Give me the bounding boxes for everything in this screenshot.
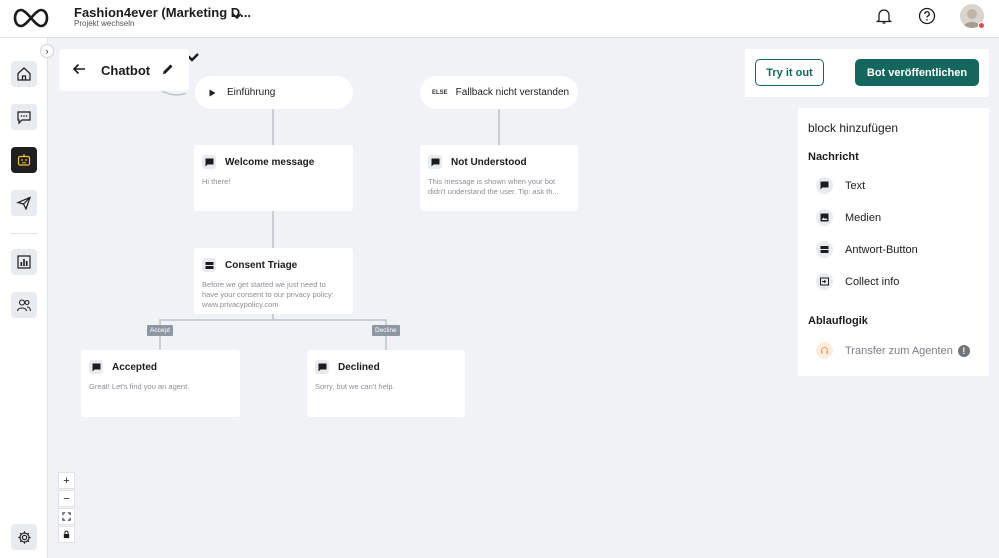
- message-icon: [816, 177, 833, 194]
- message-icon: [202, 155, 216, 169]
- node-declined[interactable]: Declined Sorry, but we can't help.: [307, 350, 465, 417]
- publish-bot-button[interactable]: Bot veröffentlichen: [855, 59, 979, 86]
- play-icon: [209, 89, 216, 96]
- block-item-transfer-agent[interactable]: Transfer zum Agenten !: [816, 342, 970, 359]
- block-item-label: Text: [845, 179, 866, 192]
- button-block-icon: [202, 258, 216, 272]
- block-item-media[interactable]: Medien: [816, 209, 881, 226]
- try-it-out-button[interactable]: Try it out: [755, 59, 824, 86]
- headset-icon: [816, 342, 833, 359]
- node-not-understood[interactable]: Not Understood This message is shown whe…: [420, 145, 578, 211]
- edge-label-decline: Decline: [372, 325, 400, 336]
- zoom-out-button[interactable]: −: [58, 490, 75, 507]
- message-icon: [315, 360, 329, 374]
- block-item-reply-button[interactable]: Antwort-Button: [816, 241, 918, 258]
- node-body: Hi there!: [202, 177, 231, 186]
- lock-icon: [63, 530, 70, 539]
- node-accepted[interactable]: Accepted Great! Let's find you an agent.: [81, 350, 240, 417]
- warning-icon[interactable]: !: [957, 344, 970, 357]
- node-title: Welcome message: [225, 156, 315, 168]
- node-body: Sorry, but we can't help.: [315, 382, 395, 391]
- zoom-in-button[interactable]: +: [58, 472, 75, 489]
- page-title: Chatbot: [101, 63, 151, 78]
- message-icon: [89, 360, 103, 374]
- node-body: This message is shown when your bot didn…: [428, 177, 559, 196]
- trigger-label: Einführung: [227, 87, 276, 98]
- node-title: Accepted: [112, 361, 158, 373]
- block-item-label: Medien: [845, 211, 882, 224]
- block-item-text[interactable]: Text: [816, 177, 865, 194]
- button-block-icon: [816, 241, 833, 258]
- node-welcome-message[interactable]: Welcome message Hi there!: [194, 145, 353, 211]
- block-item-label: Transfer zum Agenten: [845, 344, 953, 357]
- fit-view-button[interactable]: [58, 508, 75, 525]
- trigger-pill-fallback[interactable]: ELSE Fallback nicht verstanden: [420, 76, 578, 109]
- fullscreen-icon: [62, 512, 71, 521]
- node-body: Before we get started we just need to ha…: [202, 280, 334, 309]
- block-item-collect-info[interactable]: Collect info: [816, 273, 899, 290]
- edit-pencil-icon[interactable]: [161, 62, 175, 76]
- trigger-pill-introduction[interactable]: Einführung: [195, 76, 353, 109]
- node-title: Consent Triage: [225, 259, 298, 271]
- input-icon: [816, 273, 833, 290]
- lock-button[interactable]: [58, 526, 75, 543]
- section-heading-flow-logic: Ablauflogik: [808, 315, 868, 327]
- image-icon: [816, 209, 833, 226]
- block-item-label: Antwort-Button: [845, 243, 918, 256]
- node-title: Not Understood: [451, 156, 527, 168]
- trigger-label: Fallback nicht verstanden: [455, 87, 570, 98]
- message-icon: [428, 155, 442, 169]
- chatbot-header-card: Chatbot: [59, 49, 189, 91]
- else-tag: ELSE: [432, 89, 448, 96]
- node-body: Great! Let's find you an agent.: [89, 382, 190, 391]
- node-consent-triage[interactable]: Consent Triage Before we get started we …: [194, 248, 353, 314]
- arrow-left-icon[interactable]: [71, 61, 87, 77]
- panel-title: block hinzufügen: [808, 121, 899, 135]
- section-heading-message: Nachricht: [808, 151, 859, 163]
- sidebar-collapse-button[interactable]: ›: [40, 44, 54, 58]
- block-item-label: Collect info: [845, 275, 900, 288]
- node-title: Declined: [338, 361, 380, 373]
- edge-label-accept: Accept: [147, 325, 173, 336]
